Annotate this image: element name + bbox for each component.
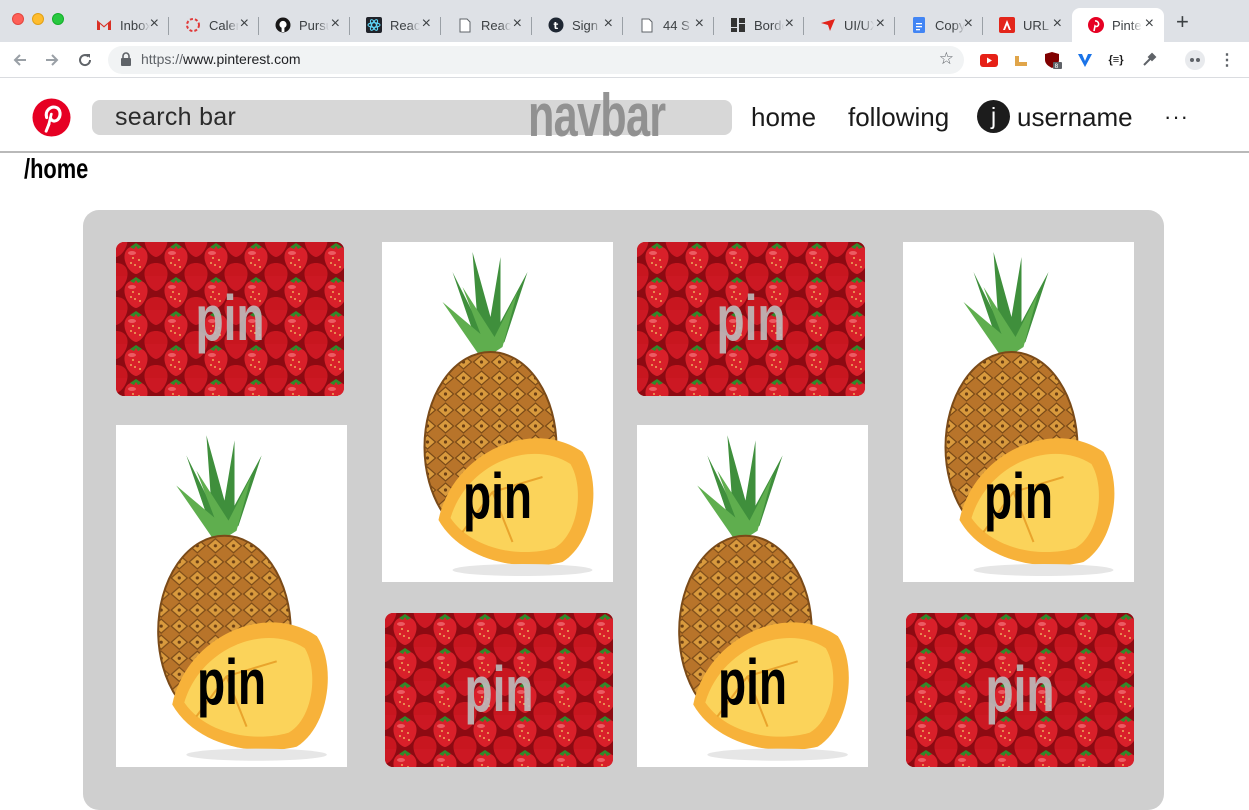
browser-tab[interactable]: Pursuit ×	[259, 8, 350, 42]
close-tab-icon[interactable]: ×	[695, 16, 704, 32]
eyedropper-extension-icon[interactable]	[1140, 51, 1158, 69]
new-tab-button[interactable]: +	[1176, 11, 1189, 33]
close-tab-icon[interactable]: ×	[1145, 16, 1154, 32]
zoom-window-button[interactable]	[52, 13, 64, 25]
tab-title: URL	[1023, 17, 1050, 33]
tab-title: Border	[754, 17, 784, 33]
adobe-icon	[999, 17, 1015, 33]
close-tab-icon[interactable]: ×	[513, 16, 522, 32]
docs-icon	[911, 17, 927, 33]
document-icon	[457, 17, 473, 33]
browser-tab[interactable]: Border ×	[714, 8, 804, 42]
close-tab-icon[interactable]: ×	[1053, 16, 1062, 32]
pin-card[interactable]: pin	[637, 242, 865, 396]
search-input[interactable]: search bar	[92, 100, 732, 135]
pin-card[interactable]: pin	[116, 242, 344, 396]
navbar: search bar navbar home following j usern…	[0, 78, 1249, 153]
pin-label: pin	[717, 646, 788, 718]
pin-label: pin	[716, 282, 786, 354]
tab-title: Sign	[572, 17, 599, 33]
address-url: https://www.pinterest.com	[141, 51, 301, 67]
pin-card[interactable]: pin	[116, 425, 347, 767]
browser-tab[interactable]: Inbox ×	[80, 8, 169, 42]
grid-icon	[730, 17, 746, 33]
more-options-icon[interactable]: ···	[1164, 100, 1189, 134]
svg-text:t: t	[554, 21, 559, 32]
close-tab-icon[interactable]: ×	[422, 16, 431, 32]
pin-label: pin	[983, 460, 1054, 532]
reload-icon[interactable]	[75, 50, 95, 70]
pin-card[interactable]: pin	[385, 613, 613, 767]
address-bar[interactable]: https://www.pinterest.com ☆	[108, 46, 964, 74]
json-extension-icon[interactable]: {≡}	[1107, 51, 1125, 69]
svg-text:8: 8	[1055, 63, 1059, 69]
close-tab-icon[interactable]: ×	[785, 16, 794, 32]
lock-icon	[120, 52, 132, 72]
pinterest-icon	[1088, 17, 1104, 33]
pin-label: pin	[462, 460, 533, 532]
close-tab-icon[interactable]: ×	[240, 16, 249, 32]
pin-label: pin	[464, 653, 534, 725]
sign-icon: t	[548, 17, 564, 33]
nav-link-username[interactable]: username	[1017, 100, 1133, 134]
close-tab-icon[interactable]: ×	[876, 16, 885, 32]
tab-title: Pinterest	[1112, 17, 1142, 33]
close-tab-icon[interactable]: ×	[150, 16, 159, 32]
pin-board: pin pin pin pin pin pin pin pin	[83, 210, 1164, 810]
nav-link-home[interactable]: home	[751, 100, 816, 134]
route-label: /home	[24, 153, 89, 184]
browser-toolbar: https://www.pinterest.com ☆ 8 {≡} ⋮	[0, 42, 1249, 78]
tab-title: React	[481, 17, 511, 33]
browser-tab[interactable]: UI/UX ×	[804, 8, 895, 42]
back-arrow-icon[interactable]	[10, 50, 30, 70]
browser-tab[interactable]: React ×	[441, 8, 532, 42]
ublock-extension-icon[interactable]: 8	[1044, 51, 1062, 69]
ruler-extension-icon[interactable]	[1012, 51, 1030, 69]
tab-title: 44 S	[663, 17, 690, 33]
pin-card[interactable]: pin	[382, 242, 613, 582]
avatar[interactable]: j	[977, 100, 1010, 133]
pin-label: pin	[195, 282, 265, 354]
github-icon	[275, 17, 291, 33]
tab-title: React	[390, 17, 420, 33]
browser-tab[interactable]: URL ×	[983, 8, 1072, 42]
youtube-extension-icon[interactable]	[980, 51, 998, 69]
bookmark-icon	[820, 17, 836, 33]
browser-tab-strip: Inbox × Calendar × Pursuit × React × Rea…	[0, 0, 1249, 42]
pin-label: pin	[985, 653, 1055, 725]
pinterest-logo-icon[interactable]	[32, 98, 71, 137]
tab-title: UI/UX	[844, 17, 874, 33]
close-tab-icon[interactable]: ×	[331, 16, 340, 32]
browser-tab[interactable]: Calendar ×	[169, 8, 259, 42]
pin-card[interactable]: pin	[637, 425, 868, 767]
pin-card[interactable]: pin	[903, 242, 1134, 582]
search-placeholder: search bar	[115, 103, 237, 131]
browser-tab[interactable]: 44 S ×	[623, 8, 714, 42]
bookmark-star-icon[interactable]: ☆	[939, 50, 954, 68]
forward-arrow-icon[interactable]	[42, 50, 62, 70]
tab-title: Pursuit	[299, 17, 329, 33]
pin-label: pin	[196, 646, 267, 718]
tab-title: Inbox	[120, 17, 150, 33]
calendar-icon	[185, 17, 201, 33]
nav-link-following[interactable]: following	[848, 100, 949, 134]
react-icon	[366, 17, 382, 33]
browser-menu-icon[interactable]: ⋮	[1218, 51, 1236, 69]
close-tab-icon[interactable]: ×	[964, 16, 973, 32]
browser-tab[interactable]: React ×	[350, 8, 441, 42]
browser-tab[interactable]: t Sign ×	[532, 8, 623, 42]
tab-title: Calendar	[209, 17, 239, 33]
gmail-icon	[96, 17, 112, 33]
browser-tab-active[interactable]: Pinterest ×	[1072, 8, 1164, 42]
browser-tab[interactable]: Copy ×	[895, 8, 983, 42]
v-extension-icon[interactable]	[1076, 51, 1094, 69]
close-tab-icon[interactable]: ×	[604, 16, 613, 32]
close-window-button[interactable]	[12, 13, 24, 25]
pin-card[interactable]: pin	[906, 613, 1134, 767]
tab-title: Copy	[935, 17, 965, 33]
profile-avatar-icon[interactable]	[1185, 50, 1205, 70]
document-icon	[639, 17, 655, 33]
minimize-window-button[interactable]	[32, 13, 44, 25]
